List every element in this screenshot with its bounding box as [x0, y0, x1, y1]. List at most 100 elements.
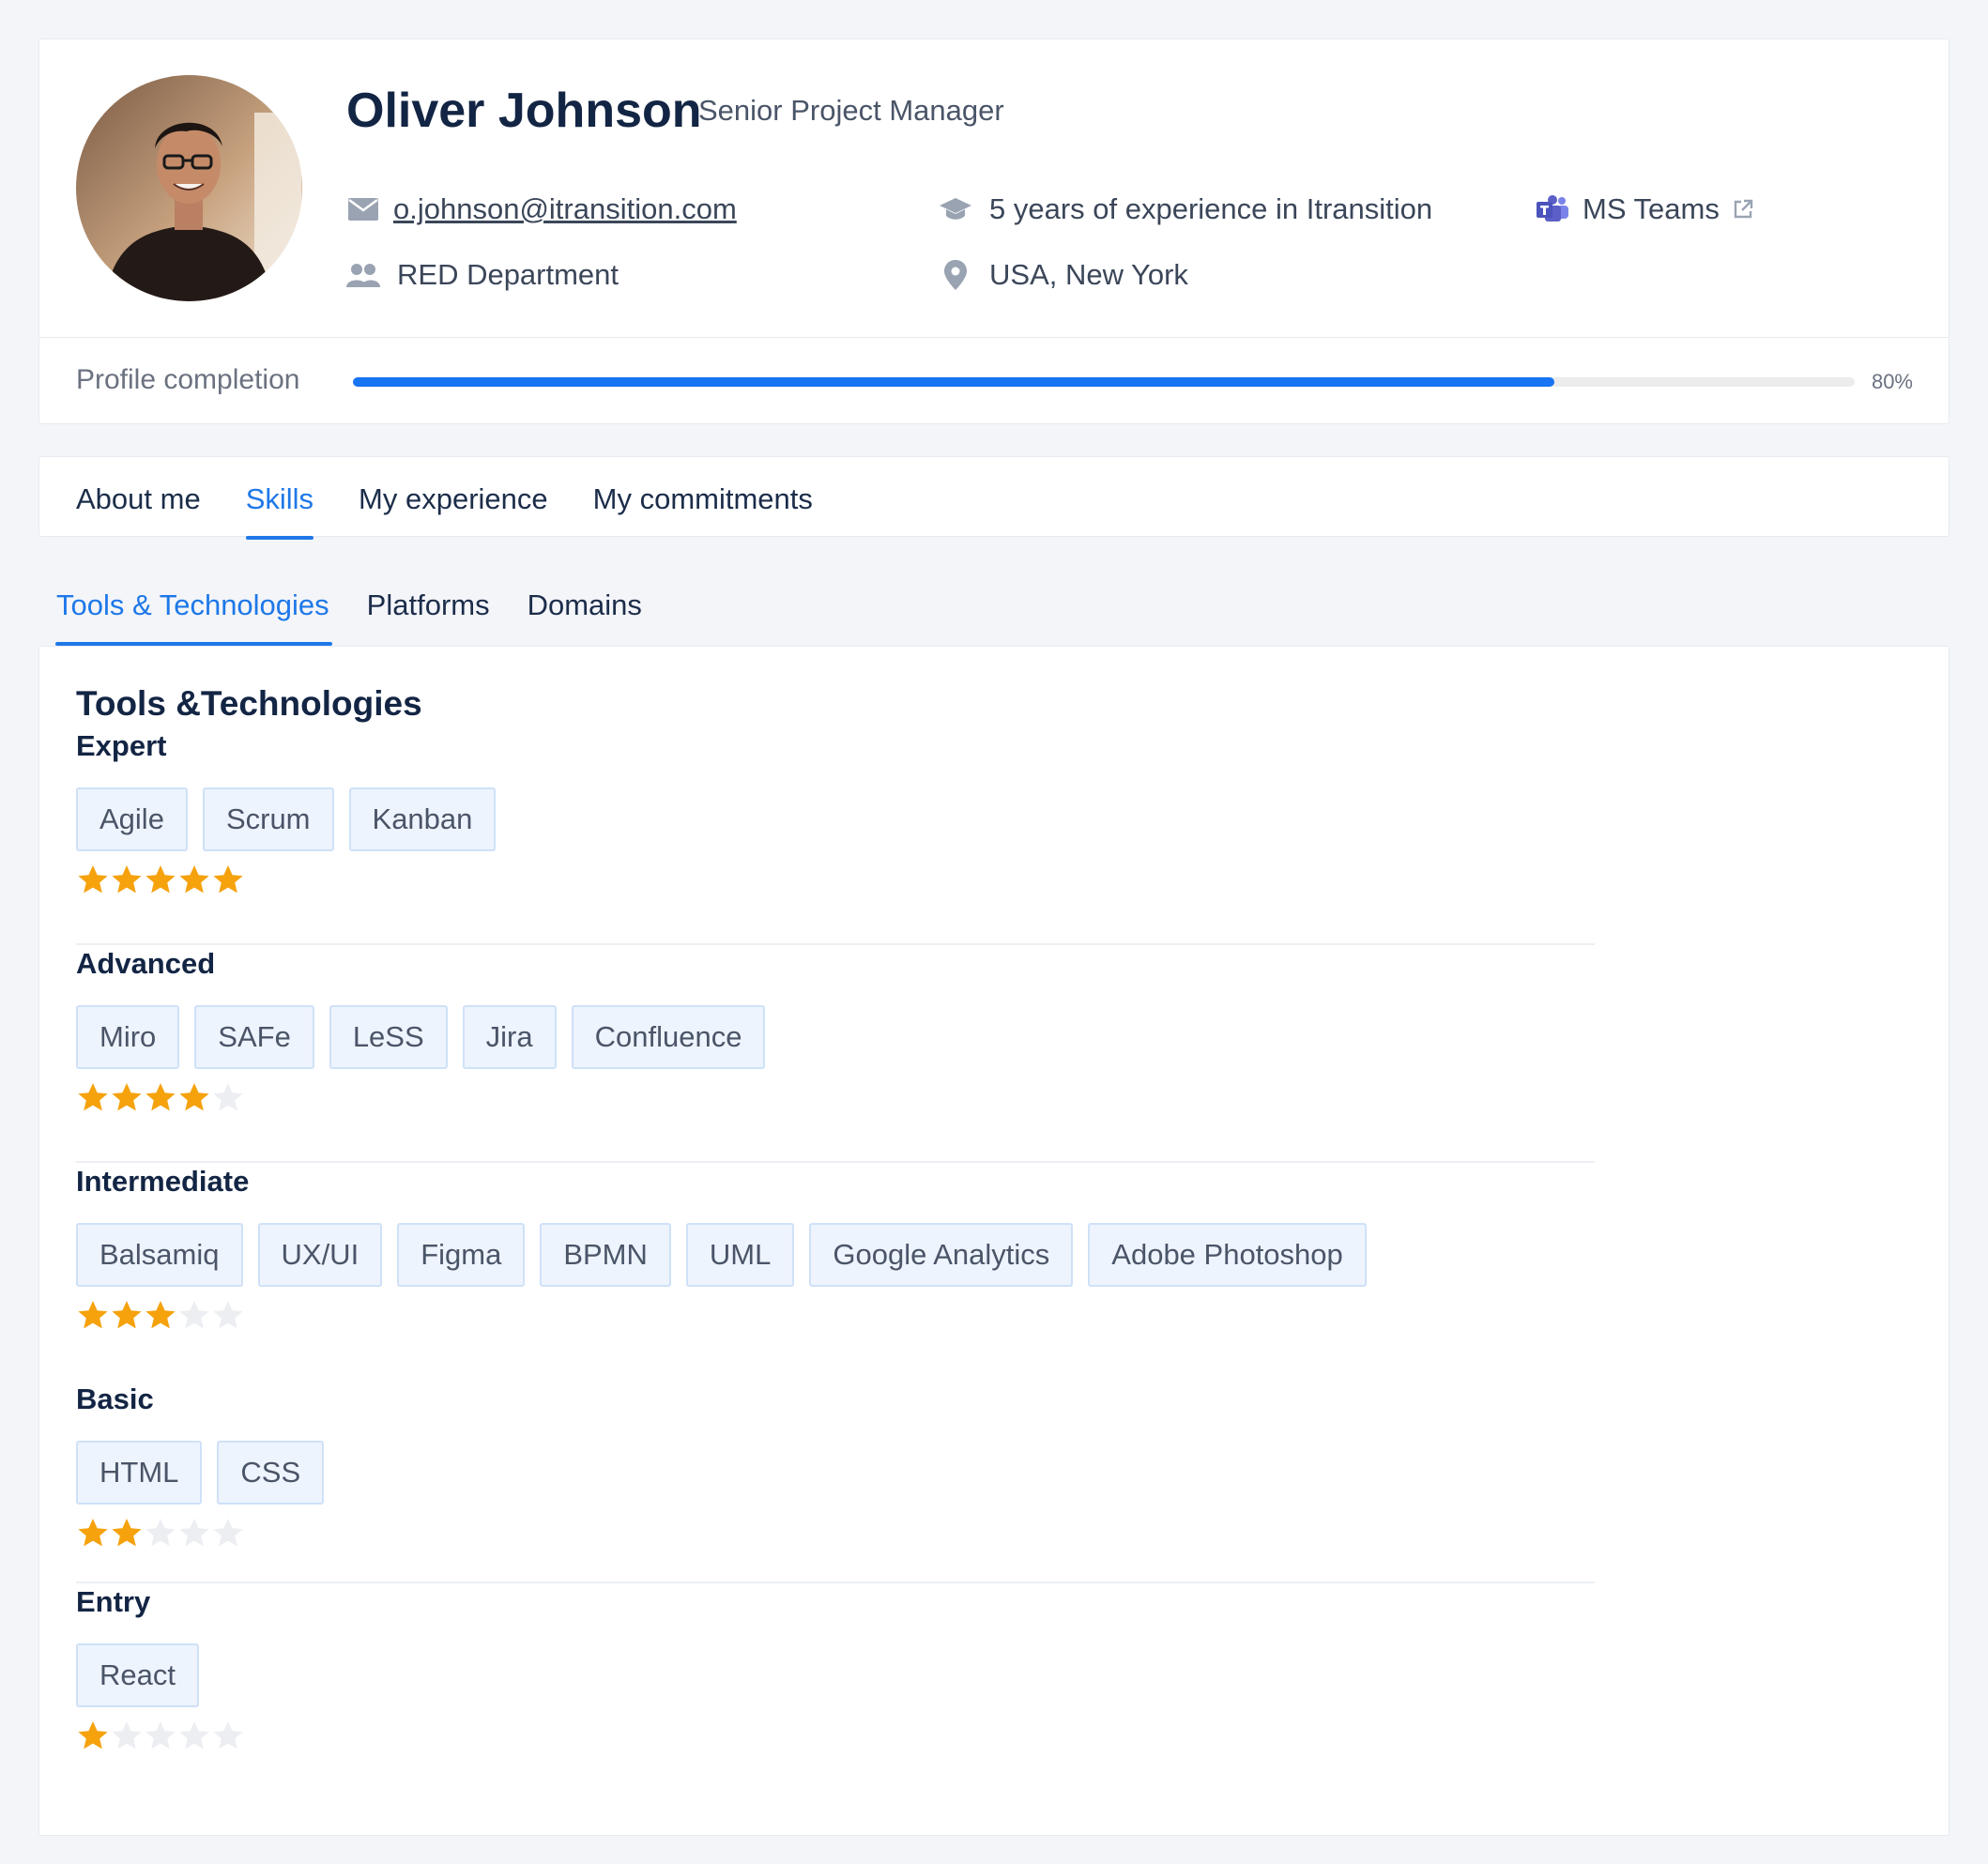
skill-chip-miro[interactable]: Miro [76, 1005, 180, 1069]
star-empty-icon [144, 1720, 177, 1750]
star-empty-icon [177, 1518, 211, 1548]
star-filled-icon [76, 1518, 110, 1548]
skill-chip-safe[interactable]: SAFe [194, 1005, 314, 1069]
skill-level-basic: Basic HTML CSS [76, 1383, 1595, 1583]
skill-chip-list: HTML CSS [76, 1441, 1595, 1505]
skill-rating [76, 1720, 1595, 1750]
ms-teams-icon [1536, 192, 1569, 226]
skill-level-title: Entry [76, 1585, 151, 1618]
tab-skills[interactable]: Skills [245, 482, 314, 540]
profile-completion-row: Profile completion 80% [39, 337, 1949, 425]
star-filled-icon [76, 1720, 110, 1750]
star-empty-icon [211, 1300, 245, 1330]
sub-tabs: Tools & Technologies Platforms Domains [55, 588, 680, 646]
skill-chip-html[interactable]: HTML [76, 1441, 203, 1505]
profile-role: Senior Project Manager [698, 94, 1004, 127]
star-filled-icon [110, 1082, 144, 1112]
skill-level-title: Advanced [76, 947, 216, 980]
skill-level-intermediate: Intermediate Balsamiq UX/UI Figma BPMN UML Goo… [76, 1165, 1595, 1381]
star-filled-icon [211, 864, 245, 894]
star-filled-icon [76, 864, 110, 894]
tab-my-experience[interactable]: My experience [359, 482, 548, 516]
experience-info: 5 years of experience in Itransition [939, 192, 1432, 226]
skill-level-title: Basic [76, 1383, 154, 1415]
star-empty-icon [211, 1082, 245, 1112]
level-divider [76, 943, 1595, 945]
skill-chip-confluence[interactable]: Confluence [571, 1005, 766, 1069]
star-empty-icon [177, 1720, 211, 1750]
star-filled-icon [110, 1518, 144, 1548]
skill-chip-css[interactable]: CSS [217, 1441, 325, 1505]
graduation-cap-icon [939, 192, 972, 226]
skill-chip-scrum[interactable]: Scrum [202, 787, 334, 851]
profile-card: Oliver Johnson Senior Project Manager o.… [38, 38, 1950, 424]
skill-chip-google-analytics[interactable]: Google Analytics [809, 1223, 1074, 1287]
skill-rating [76, 1082, 1595, 1112]
star-empty-icon [211, 1720, 245, 1750]
teams-label: MS Teams [1583, 192, 1720, 225]
skill-rating [76, 864, 1595, 894]
subtab-domains[interactable]: Domains [528, 588, 642, 622]
skill-chip-adobe-photoshop[interactable]: Adobe Photoshop [1088, 1223, 1367, 1287]
star-empty-icon [144, 1518, 177, 1548]
skill-chip-ux-ui[interactable]: UX/UI [257, 1223, 383, 1287]
skill-chip-bpmn[interactable]: BPMN [540, 1223, 671, 1287]
subtab-tools-technologies[interactable]: Tools & Technologies [55, 588, 332, 646]
department-text: RED Department [397, 258, 619, 291]
skill-chip-agile[interactable]: Agile [76, 787, 188, 851]
star-filled-icon [76, 1082, 110, 1112]
main-tabs: About me Skills My experience My commitment… [38, 456, 1950, 540]
skill-chip-figma[interactable]: Figma [397, 1223, 526, 1287]
completion-progress-bar [353, 377, 1855, 387]
completion-percent: 80% [1871, 370, 1913, 393]
email-info: o.johnson@itransition.com [346, 192, 737, 226]
skill-chip-react[interactable]: React [76, 1643, 199, 1707]
skills-card: Tools &Technologies Expert Agile Scrum Kanb… [38, 646, 1950, 1836]
star-filled-icon [144, 1300, 177, 1330]
skill-chip-list: Balsamiq UX/UI Figma BPMN UML Google Analytic… [76, 1223, 1595, 1287]
skill-level-title: Intermediate [76, 1165, 250, 1198]
star-filled-icon [144, 864, 177, 894]
tab-about-me[interactable]: About me [76, 482, 201, 516]
level-divider [76, 1161, 1595, 1163]
teams-link[interactable]: MS Teams [1536, 192, 1753, 226]
email-link[interactable]: o.johnson@itransition.com [393, 192, 737, 226]
skill-chip-list: Miro SAFe LeSS Jira Confluence [76, 1005, 1595, 1069]
skill-chip-list: Agile Scrum Kanban [76, 787, 1595, 851]
star-empty-icon [110, 1720, 144, 1750]
completion-progress-fill [353, 377, 1554, 387]
avatar [76, 75, 302, 301]
skill-chip-jira[interactable]: Jira [462, 1005, 557, 1069]
level-divider [76, 1581, 1595, 1583]
skill-chip-list: React [76, 1643, 1595, 1707]
completion-label: Profile completion [76, 364, 300, 395]
star-filled-icon [110, 1300, 144, 1330]
skill-level-entry: Entry React [76, 1585, 1595, 1811]
skill-chip-less[interactable]: LeSS [329, 1005, 448, 1069]
star-empty-icon [211, 1518, 245, 1548]
skill-chip-uml[interactable]: UML [685, 1223, 795, 1287]
experience-text: 5 years of experience in Itransition [989, 192, 1433, 225]
star-filled-icon [76, 1300, 110, 1330]
skill-chip-balsamiq[interactable]: Balsamiq [76, 1223, 243, 1287]
main-tab-list: About me Skills My experience My commitment… [76, 482, 858, 540]
star-empty-icon [177, 1300, 211, 1330]
map-pin-icon [939, 258, 972, 292]
location-info: USA, New York [939, 258, 1188, 292]
tab-my-commitments[interactable]: My commitments [593, 482, 813, 516]
star-filled-icon [110, 864, 144, 894]
skill-level-advanced: Advanced Miro SAFe LeSS Jira Confluence [76, 947, 1595, 1163]
external-link-icon [1733, 199, 1753, 220]
location-text: USA, New York [989, 258, 1188, 291]
subtab-platforms[interactable]: Platforms [367, 588, 490, 622]
star-filled-icon [177, 864, 211, 894]
skill-level-expert: Expert Agile Scrum Kanban [76, 729, 1595, 945]
skill-rating [76, 1300, 1595, 1330]
skill-level-title: Expert [76, 729, 167, 762]
users-icon [346, 258, 380, 292]
skills-section-title: Tools &Technologies [76, 684, 422, 723]
profile-name: Oliver Johnson [346, 84, 702, 138]
skill-rating [76, 1518, 1595, 1548]
skill-chip-kanban[interactable]: Kanban [348, 787, 497, 851]
department-info: RED Department [346, 258, 619, 292]
